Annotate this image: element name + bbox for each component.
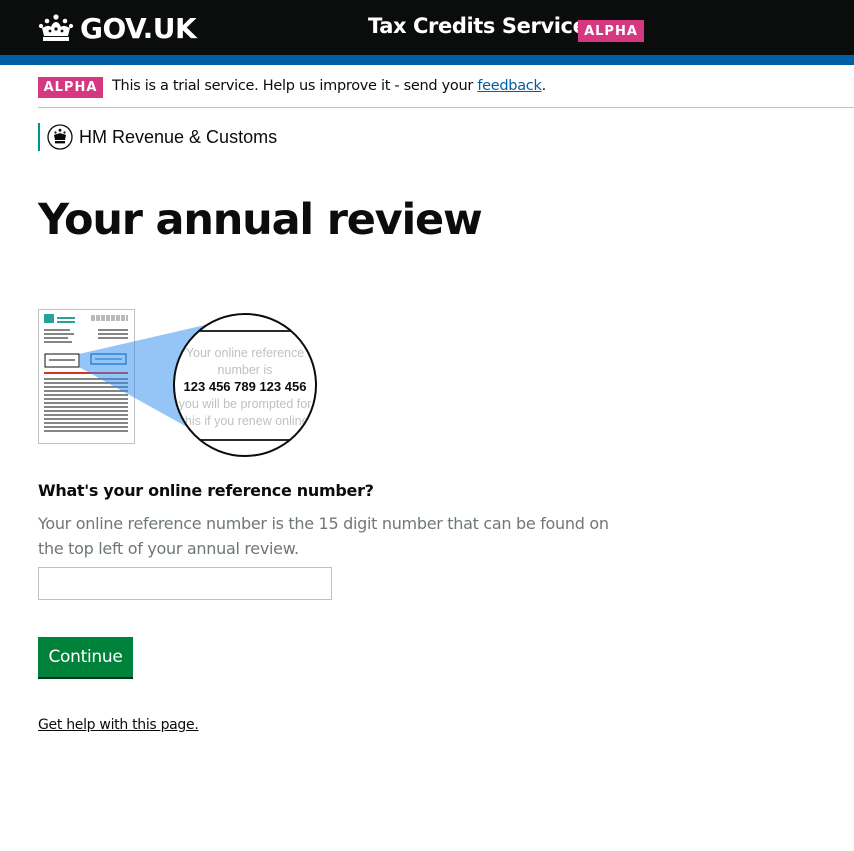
reference-hint: Your online reference number is the 15 d…: [38, 514, 609, 558]
phase-tag-header: ALPHA: [578, 20, 644, 42]
magnified-line-5: this if you renew online: [181, 414, 308, 428]
site-header: GOV.UK Tax Credits Service ALPHA: [0, 0, 854, 55]
get-help-link[interactable]: Get help with this page.: [38, 717, 199, 733]
phase-banner-text: This is a trial service. Help us improve…: [112, 78, 546, 94]
phase-banner-text-after: .: [541, 78, 547, 94]
govuk-logo-link[interactable]: GOV.UK: [38, 11, 197, 45]
department-branding: HM Revenue & Customs: [38, 123, 277, 151]
feedback-link[interactable]: feedback: [477, 78, 542, 94]
phase-tag: ALPHA: [38, 77, 103, 98]
magnified-reference-number: 123 456 789 123 456: [184, 379, 307, 394]
service-name[interactable]: Tax Credits Service: [368, 14, 587, 38]
magnified-line-1: Your online reference: [186, 346, 304, 360]
crown-icon: [38, 14, 74, 41]
logo-text: GOV.UK: [80, 11, 197, 45]
annual-review-illustration: Your online reference number is 123 456 …: [38, 309, 317, 457]
department-name: HM Revenue & Customs: [79, 126, 278, 147]
crest-icon: [47, 124, 73, 150]
header-blue-bar: [0, 55, 854, 65]
reference-number-input[interactable]: [38, 567, 332, 600]
magnified-line-2: number is: [218, 363, 273, 377]
phase-banner-text-before: This is a trial service. Help us improve…: [112, 78, 478, 94]
phase-banner: ALPHA This is a trial service. Help us i…: [38, 75, 854, 108]
magnified-line-4: you will be prompted for: [179, 397, 312, 411]
page-title: Your annual review: [38, 195, 483, 245]
reference-question-label: What's your online reference number?: [38, 481, 374, 500]
continue-button[interactable]: Continue: [38, 637, 133, 677]
